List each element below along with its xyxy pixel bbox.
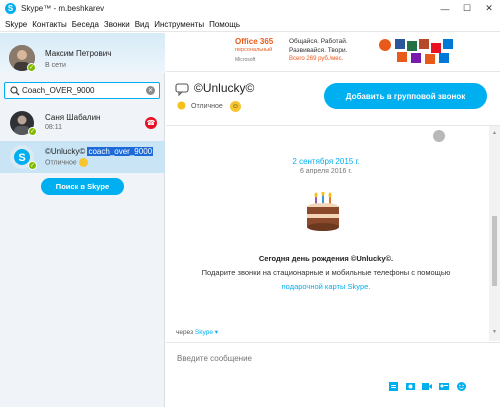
message-history: 2 сентября 2015 г. 6 апреля 2016 г. Сего… xyxy=(166,125,500,341)
contact-search[interactable]: ✕ xyxy=(4,82,160,99)
birthday-title: Сегодня день рождения ©Unlucky©. xyxy=(258,254,394,263)
sidebar: ✓ Максим Петрович В сети ✕ ✓ Саня Шабали… xyxy=(0,33,165,407)
window-controls: — ☐ ✕ xyxy=(434,0,500,17)
contact-name: ©Unlucky© xyxy=(45,147,86,156)
smiley-icon xyxy=(78,158,88,167)
svg-text:S: S xyxy=(18,152,25,164)
ad-product-sub: персональный xyxy=(235,47,273,53)
via-label: через xyxy=(176,329,194,336)
birthday-text: Подарите звонки на стационарные и мобиль… xyxy=(201,268,451,277)
compose-toolbar xyxy=(387,381,472,392)
menu-skype[interactable]: Skype xyxy=(5,20,27,29)
gift-card-link[interactable]: подарочной карты Skype. xyxy=(166,282,486,291)
online-status-icon: ✓ xyxy=(27,63,36,72)
ad-vendor: Microsoft xyxy=(235,57,256,63)
photo-icon[interactable] xyxy=(404,381,416,392)
search-skype-button[interactable]: Поиск в Skype xyxy=(41,178,124,195)
title-bar: S Skype™ - m.beshkarev — ☐ ✕ xyxy=(0,0,500,17)
search-input[interactable] xyxy=(22,85,142,96)
online-status-icon: ✓ xyxy=(28,161,37,170)
file-icon[interactable] xyxy=(387,381,399,392)
conversation-title: ©Unlucky© xyxy=(194,81,255,95)
presence-icon xyxy=(177,101,186,110)
menu-tools[interactable]: Инструменты xyxy=(154,20,204,29)
globe-icon[interactable] xyxy=(433,130,445,142)
scroll-down-icon[interactable]: ▼ xyxy=(492,329,497,335)
contact-time: 08:11 xyxy=(45,124,62,131)
menu-help[interactable]: Помощь xyxy=(209,20,240,29)
divider xyxy=(166,342,500,343)
advertisement-banner[interactable]: Office 365 персональный Microsoft Общайс… xyxy=(232,33,458,69)
online-status-icon: ✓ xyxy=(28,127,37,136)
search-icon xyxy=(10,86,20,96)
ad-line-1: Общайся. Работай. xyxy=(289,38,348,45)
menu-contacts[interactable]: Контакты xyxy=(32,20,67,29)
add-to-group-call-button[interactable]: Добавить в групповой звонок xyxy=(324,83,487,109)
contact-name: Саня Шабалин xyxy=(45,113,101,122)
scrollbar[interactable]: ▲ ▼ xyxy=(489,126,500,341)
minimize-button[interactable]: — xyxy=(434,0,456,17)
ad-product: Office 365 xyxy=(235,37,274,46)
chat-icon xyxy=(175,83,189,96)
smiley-icon: ☺ xyxy=(230,101,241,112)
conversation-header: ©Unlucky© Отличное ☺ Добавить в группово… xyxy=(166,72,500,124)
contact-mood-line: Отличное xyxy=(45,158,88,167)
profile-status: В сети xyxy=(45,62,66,69)
send-via: через Skype ▾ xyxy=(176,328,218,336)
clear-icon[interactable]: ✕ xyxy=(146,86,155,95)
emoticon-icon[interactable] xyxy=(455,381,467,392)
menu-calls[interactable]: Звонки xyxy=(104,20,130,29)
ad-price: Всего 269 руб./мес. xyxy=(289,56,344,62)
profile-panel[interactable]: ✓ Максим Петрович В сети xyxy=(0,33,165,73)
conversation-pane: Office 365 персональный Microsoft Общайс… xyxy=(166,33,500,407)
contact-handle[interactable]: coach_over_9000 xyxy=(87,147,154,156)
menu-conversation[interactable]: Беседа xyxy=(72,20,99,29)
hangup-icon[interactable]: ☎ xyxy=(145,117,157,129)
menu-view[interactable]: Вид xyxy=(135,20,149,29)
skype-icon: S xyxy=(5,3,16,14)
scroll-up-icon[interactable]: ▲ xyxy=(492,130,497,136)
contact-name-line: ©Unlucky© coach_over_9000 xyxy=(45,147,154,156)
video-message-icon[interactable] xyxy=(421,381,433,392)
ad-line-2: Развивайся. Твори. xyxy=(289,47,348,54)
window-title: Skype™ - m.beshkarev xyxy=(21,4,105,13)
cake-icon xyxy=(307,192,339,231)
date-separator-partial: 6 апреля 2016 г. xyxy=(299,168,353,174)
menu-bar: Skype Контакты Беседа Звонки Вид Инструм… xyxy=(0,17,500,32)
date-separator: 2 сентября 2015 г. xyxy=(292,157,360,166)
ad-tiles-image xyxy=(379,39,453,64)
scrollbar-thumb[interactable] xyxy=(492,216,497,286)
profile-name: Максим Петрович xyxy=(45,49,112,58)
contact-item[interactable]: ✓ Саня Шабалин 08:11 ☎ xyxy=(0,107,165,139)
contact-card-icon[interactable] xyxy=(438,381,450,392)
contact-item-selected[interactable]: S ✓ ©Unlucky© coach_over_9000 Отличное xyxy=(0,141,165,173)
via-service-dropdown[interactable]: Skype ▾ xyxy=(195,329,218,336)
close-button[interactable]: ✕ xyxy=(478,0,500,17)
conversation-mood: Отличное xyxy=(191,103,223,110)
contact-mood: Отличное xyxy=(45,159,77,167)
maximize-button[interactable]: ☐ xyxy=(456,0,478,17)
message-input[interactable] xyxy=(177,352,377,364)
